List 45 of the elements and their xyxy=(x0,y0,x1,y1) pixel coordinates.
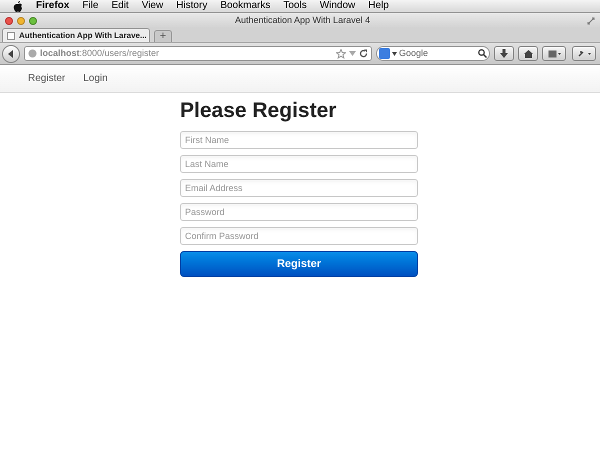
menu-item[interactable]: File xyxy=(82,1,98,11)
menu-item[interactable]: Tools xyxy=(283,1,307,11)
bookmarks-icon xyxy=(548,50,560,58)
star-icon[interactable] xyxy=(336,48,346,58)
register-button[interactable]: Register xyxy=(180,251,418,277)
browser-tab[interactable]: Authentication App With Larave... xyxy=(2,28,150,42)
window-title: Authentication App With Laravel 4 xyxy=(235,14,370,27)
nav-link[interactable]: Login xyxy=(83,71,108,86)
input-field[interactable]: Password xyxy=(180,203,418,221)
page-icon xyxy=(7,32,15,40)
bookmarks-button[interactable] xyxy=(542,46,566,61)
download-icon xyxy=(500,49,508,58)
nav-link[interactable]: Register xyxy=(28,71,66,86)
menu-item[interactable]: Window xyxy=(320,1,356,11)
home-icon xyxy=(524,50,532,58)
home-button[interactable] xyxy=(518,46,538,61)
close-button[interactable] xyxy=(5,16,13,24)
reload-icon[interactable] xyxy=(359,49,368,58)
new-tab-button[interactable]: + xyxy=(154,30,172,42)
google-icon xyxy=(379,48,390,59)
input-field[interactable]: Last Name xyxy=(180,155,418,173)
input-field[interactable]: First Name xyxy=(180,131,418,149)
back-icon xyxy=(7,50,15,58)
extension-icon xyxy=(578,50,590,58)
search-field[interactable]: Google xyxy=(376,46,490,61)
caret-icon xyxy=(392,52,397,56)
zoom-button[interactable] xyxy=(29,16,37,24)
fullscreen-icon[interactable] xyxy=(587,16,595,24)
menu-item[interactable]: Firefox xyxy=(36,1,70,11)
extension-button[interactable] xyxy=(572,46,596,61)
menu-item[interactable]: Help xyxy=(368,1,389,11)
apple-icon[interactable] xyxy=(13,0,23,12)
menu-item[interactable]: Bookmarks xyxy=(220,1,270,11)
search-placeholder: Google xyxy=(399,46,430,60)
search-icon xyxy=(478,49,487,58)
address-bar[interactable]: localhost:8000/users/register xyxy=(24,46,372,61)
menu-item[interactable]: View xyxy=(142,1,164,11)
input-field[interactable]: Email Address xyxy=(180,179,418,197)
url-text: localhost:8000/users/register xyxy=(40,46,160,60)
menu-item[interactable]: Edit xyxy=(111,1,129,11)
download-button[interactable] xyxy=(494,46,514,61)
menu-item[interactable]: History xyxy=(176,1,208,11)
page-heading: Please Register xyxy=(180,98,338,124)
input-field[interactable]: Confirm Password xyxy=(180,227,418,245)
back-button[interactable] xyxy=(2,44,20,62)
